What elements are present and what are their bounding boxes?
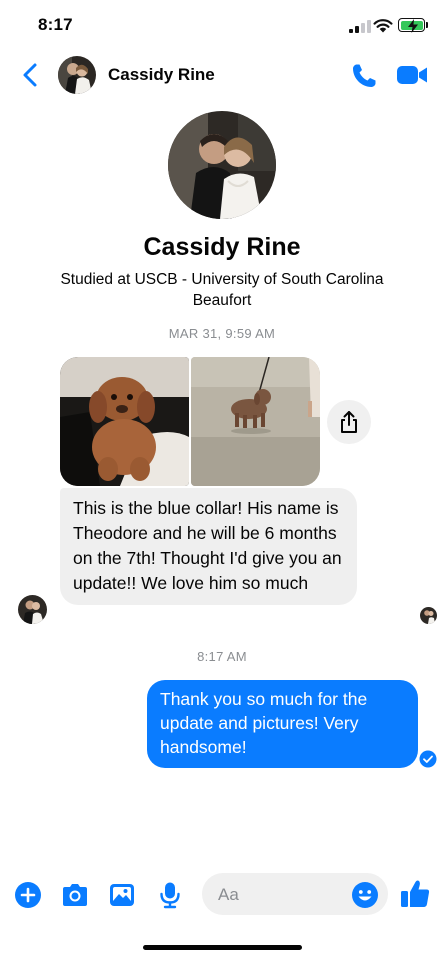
share-icon <box>341 411 357 433</box>
status-time: 8:17 <box>38 15 73 34</box>
camera-icon[interactable] <box>61 881 89 909</box>
chat-header: Cassidy Rine <box>0 50 444 102</box>
sent-check-icon <box>419 750 437 768</box>
message-composer: Aa <box>0 872 444 918</box>
read-receipt-avatar <box>420 607 437 624</box>
profile-education: Studied at USCB - University of South Ca… <box>60 271 384 309</box>
message-input-placeholder: Aa <box>218 885 239 904</box>
profile-name: Cassidy Rine <box>143 233 301 261</box>
battery-icon <box>398 18 425 33</box>
timestamp-divider: MAR 31, 9:59 AM <box>168 326 276 341</box>
phone-icon[interactable] <box>350 62 378 90</box>
timestamp-divider: 8:17 AM <box>197 649 247 664</box>
attached-photo-puppy-on-blanket[interactable] <box>60 357 189 486</box>
attached-photo-puppy-on-beach[interactable] <box>191 357 320 486</box>
status-bar: 8:17 <box>0 0 444 50</box>
gallery-icon[interactable] <box>108 881 136 909</box>
plus-icon[interactable] <box>14 881 42 909</box>
home-indicator[interactable] <box>143 945 302 950</box>
battery-tip <box>426 22 428 28</box>
sender-avatar[interactable] <box>18 595 47 624</box>
wifi-icon <box>373 19 393 33</box>
contact-avatar[interactable] <box>58 56 96 94</box>
share-button[interactable] <box>327 400 371 444</box>
video-camera-icon[interactable] <box>396 64 429 86</box>
incoming-message-bubble[interactable]: This is the blue collar! His name is The… <box>60 488 357 605</box>
emoji-icon[interactable] <box>351 881 379 909</box>
microphone-icon[interactable] <box>156 881 184 909</box>
profile-photo[interactable] <box>168 111 276 219</box>
thumbs-up-icon[interactable] <box>400 878 431 909</box>
outgoing-message-bubble[interactable]: Thank you so much for the update and pic… <box>147 680 418 768</box>
contact-name[interactable]: Cassidy Rine <box>108 65 215 85</box>
cellular-signal-icon <box>349 20 371 33</box>
back-chevron-icon[interactable] <box>20 62 42 88</box>
